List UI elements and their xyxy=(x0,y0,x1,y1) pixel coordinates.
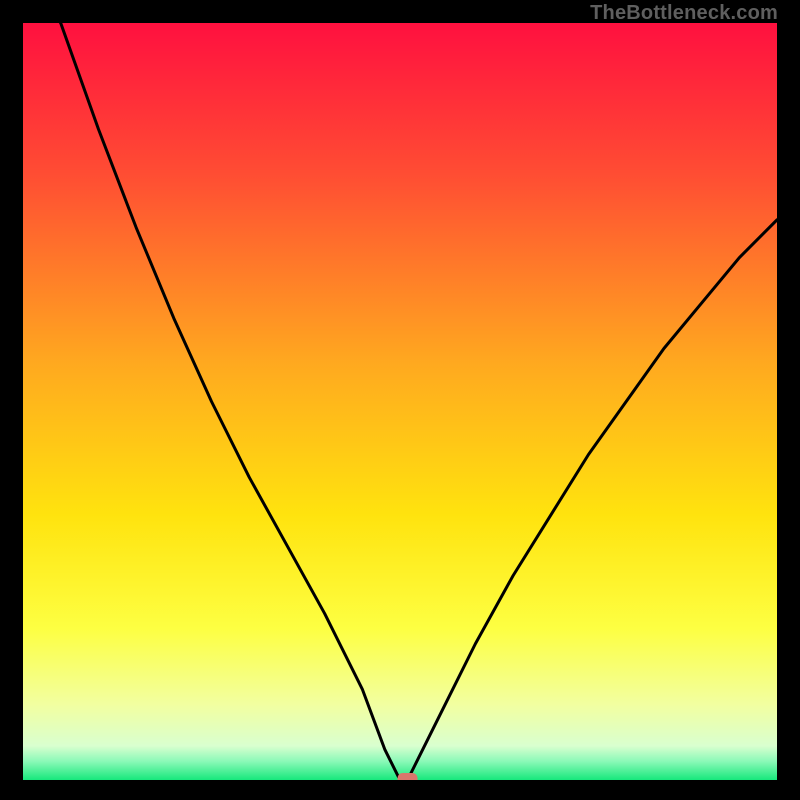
chart-root: TheBottleneck.com xyxy=(0,0,800,800)
watermark-text: TheBottleneck.com xyxy=(590,2,778,25)
plot-area xyxy=(23,23,777,780)
line-chart-svg xyxy=(23,23,777,780)
gradient-background xyxy=(23,23,777,780)
minimum-marker xyxy=(398,773,418,780)
